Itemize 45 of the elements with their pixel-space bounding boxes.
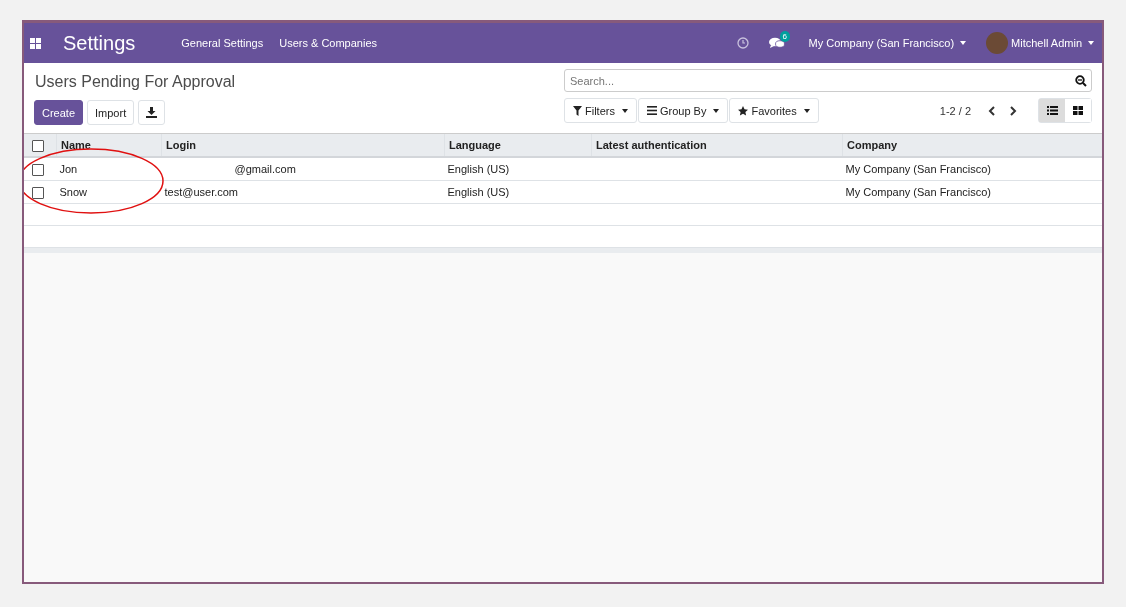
list-view-button[interactable] bbox=[1039, 99, 1065, 122]
select-all-checkbox[interactable] bbox=[32, 139, 44, 152]
page-title: Users Pending For Approval bbox=[35, 73, 236, 91]
chat-icon[interactable] bbox=[768, 37, 785, 49]
column-header[interactable]: Login bbox=[161, 134, 445, 157]
table-cell: Snow bbox=[59, 186, 88, 198]
list-icon[interactable] bbox=[1046, 106, 1058, 115]
table-cell: My Company (San Francisco) bbox=[845, 163, 991, 175]
search-icon[interactable] bbox=[1075, 75, 1087, 87]
create-button[interactable]: Create bbox=[34, 100, 84, 125]
apps-menu-icon[interactable] bbox=[30, 37, 41, 49]
column-header[interactable]: Name bbox=[56, 134, 162, 157]
clock-icon[interactable] bbox=[736, 37, 749, 49]
app-title[interactable]: Settings bbox=[63, 31, 136, 55]
import-button[interactable]: Import bbox=[87, 100, 135, 125]
column-header[interactable]: Latest authentication bbox=[591, 134, 843, 157]
row-checkbox[interactable] bbox=[32, 186, 44, 199]
table-cell: English (US) bbox=[447, 186, 510, 198]
menu-link[interactable]: General Settings bbox=[181, 37, 264, 49]
user-menu[interactable]: Mitchell Admin bbox=[1011, 37, 1094, 49]
next-page-icon[interactable] bbox=[1010, 105, 1017, 116]
grid-icon[interactable] bbox=[1073, 106, 1083, 115]
star-icon[interactable] bbox=[738, 105, 749, 116]
company-switcher[interactable]: My Company (San Francisco) bbox=[808, 37, 967, 49]
menu-link[interactable]: Users & Companies bbox=[279, 37, 378, 49]
pager-text: 1-2 / 2 bbox=[939, 104, 971, 117]
row-checkbox[interactable] bbox=[32, 163, 44, 176]
previous-page-icon[interactable] bbox=[988, 105, 995, 116]
message-count-badge: 6 bbox=[779, 31, 791, 42]
table-cell: @gmail.com bbox=[234, 163, 296, 175]
search-field[interactable]: Search... bbox=[564, 69, 1092, 92]
favorites-dropdown[interactable]: Favorites bbox=[729, 98, 819, 123]
column-header[interactable]: Company bbox=[842, 134, 1102, 157]
column-header[interactable]: Language bbox=[444, 134, 592, 157]
download-button[interactable] bbox=[138, 100, 166, 125]
filters-dropdown[interactable]: Filters bbox=[564, 98, 637, 123]
avatar-circle bbox=[986, 32, 1009, 54]
filter-icon[interactable] bbox=[573, 105, 582, 116]
table-cell: Jon bbox=[59, 163, 78, 175]
table-cell: My Company (San Francisco) bbox=[845, 186, 991, 198]
lines-icon[interactable] bbox=[646, 106, 657, 115]
group-by-dropdown[interactable]: Group By bbox=[637, 98, 729, 123]
download-icon[interactable] bbox=[146, 107, 158, 118]
table-cell: English (US) bbox=[447, 163, 510, 175]
table-cell: test@user.com bbox=[164, 186, 239, 198]
